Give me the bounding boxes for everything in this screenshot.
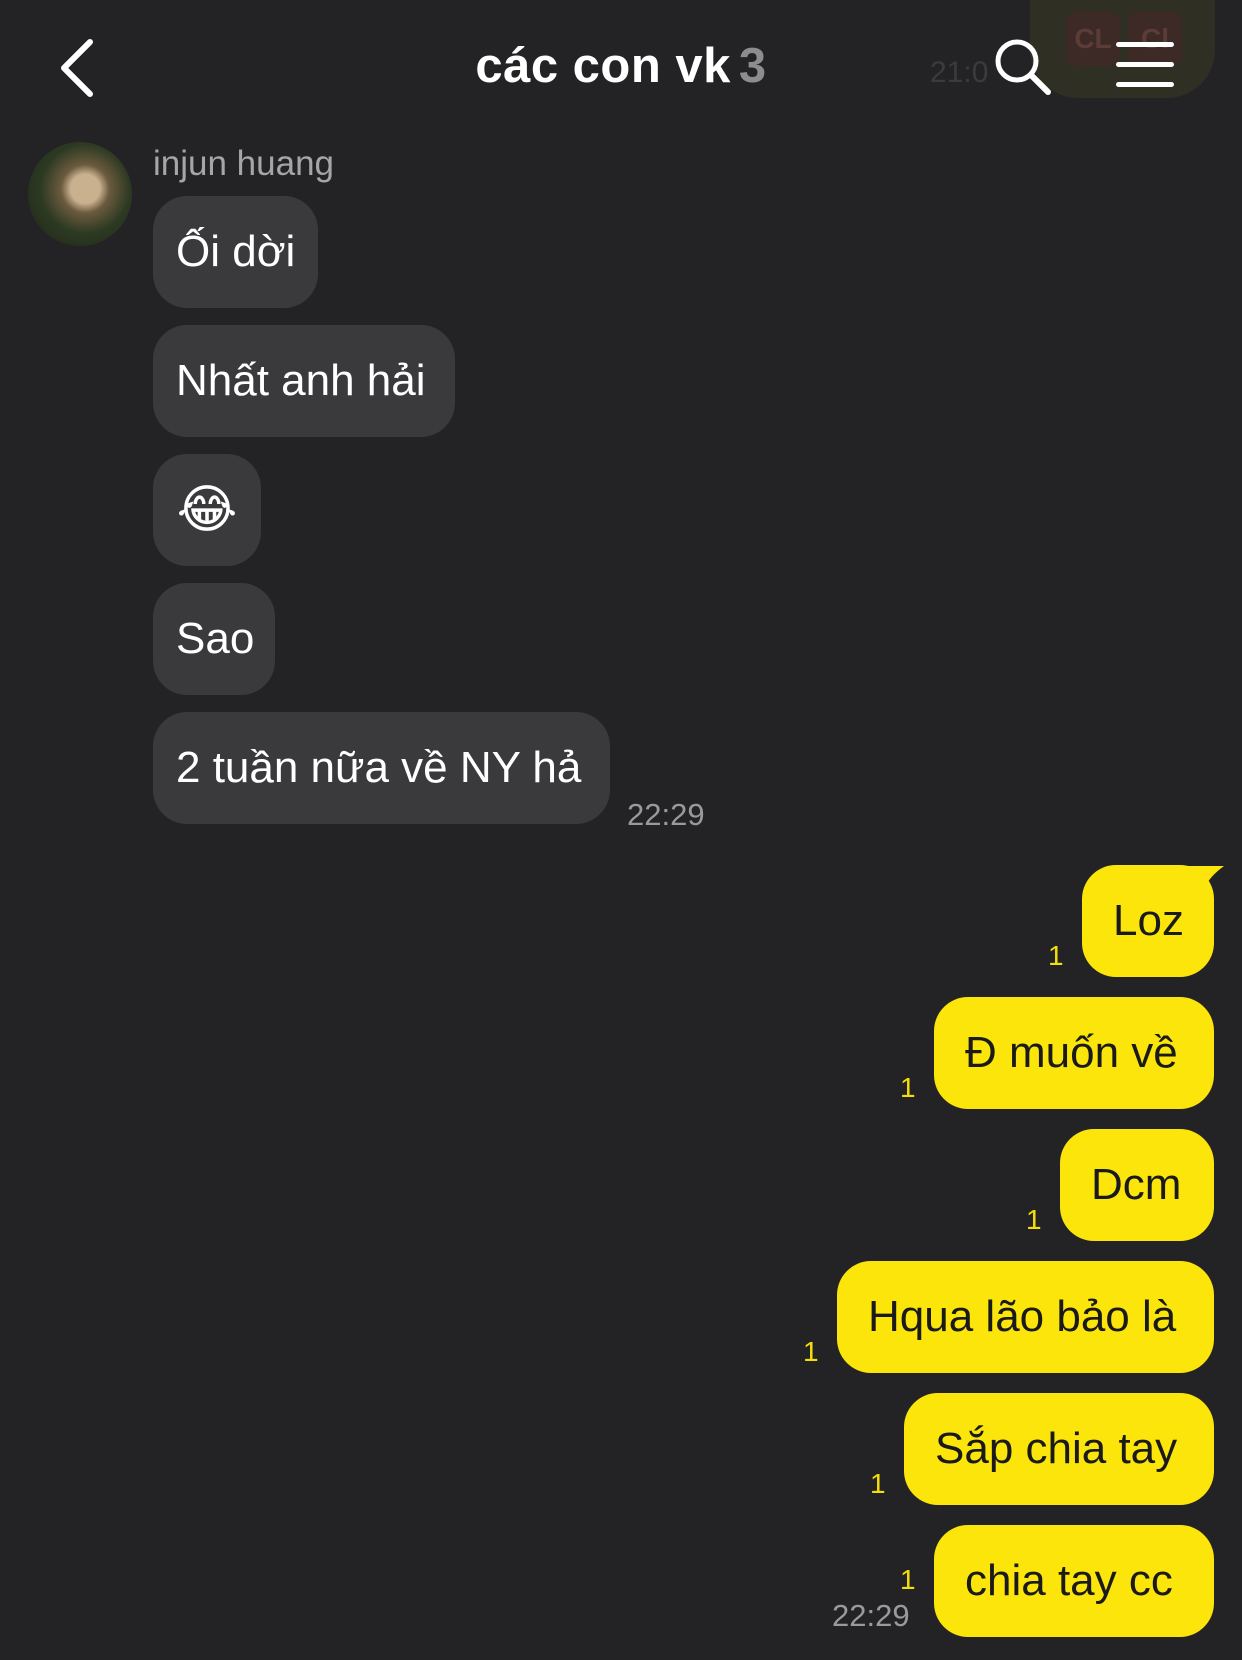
- message-text: Sắp chia tay: [935, 1424, 1178, 1473]
- message-timestamp: 22:29: [832, 1598, 910, 1633]
- chat-title-text: các con vk: [475, 39, 731, 93]
- unread-count: 1: [870, 1468, 886, 1499]
- message-text: Nhất anh hải: [176, 356, 426, 405]
- message-text: Hqua lão bảo là: [868, 1292, 1177, 1341]
- ghost-timestamp: 21:0: [930, 56, 989, 89]
- sent-message[interactable]: chia tay cc: [934, 1525, 1214, 1637]
- message-text: Đ muốn về: [965, 1028, 1178, 1077]
- received-message[interactable]: Nhất anh hải: [153, 325, 455, 437]
- search-button[interactable]: [992, 36, 1054, 98]
- message-text: Loz: [1113, 896, 1184, 945]
- unread-count: 1: [1048, 940, 1064, 971]
- member-count: 3: [738, 39, 767, 93]
- message-text: 2 tuần nữa về NY hả: [176, 743, 582, 792]
- sent-message[interactable]: Loz: [1082, 865, 1214, 977]
- chat-header: các con vk 3 21:0 CL Cl: [0, 0, 1242, 140]
- received-message[interactable]: Ối dời: [153, 196, 318, 308]
- unread-count: 1: [1026, 1204, 1042, 1235]
- message-text: Dcm: [1091, 1160, 1182, 1209]
- face-with-tears-of-joy-icon: 😂: [176, 480, 238, 540]
- sent-message[interactable]: Hqua lão bảo là: [837, 1261, 1214, 1373]
- message-timestamp: 22:29: [627, 797, 705, 832]
- sent-message[interactable]: Đ muốn về: [934, 997, 1214, 1109]
- message-text: Sao: [176, 614, 255, 663]
- sent-message[interactable]: Dcm: [1060, 1129, 1214, 1241]
- message-text: chia tay cc: [965, 1556, 1173, 1605]
- menu-button[interactable]: [1112, 38, 1178, 92]
- received-message[interactable]: 😂: [153, 454, 261, 566]
- received-message[interactable]: Sao: [153, 583, 275, 695]
- sent-message[interactable]: Sắp chia tay: [904, 1393, 1214, 1505]
- sender-name: injun huang: [153, 144, 334, 183]
- message-text: Ối dời: [176, 227, 296, 276]
- sender-avatar[interactable]: [28, 142, 132, 246]
- unread-count: 1: [900, 1564, 916, 1595]
- unread-count: 1: [900, 1072, 916, 1103]
- unread-count: 1: [803, 1336, 819, 1367]
- received-message[interactable]: 2 tuần nữa về NY hả: [153, 712, 610, 824]
- search-icon: [995, 39, 1051, 95]
